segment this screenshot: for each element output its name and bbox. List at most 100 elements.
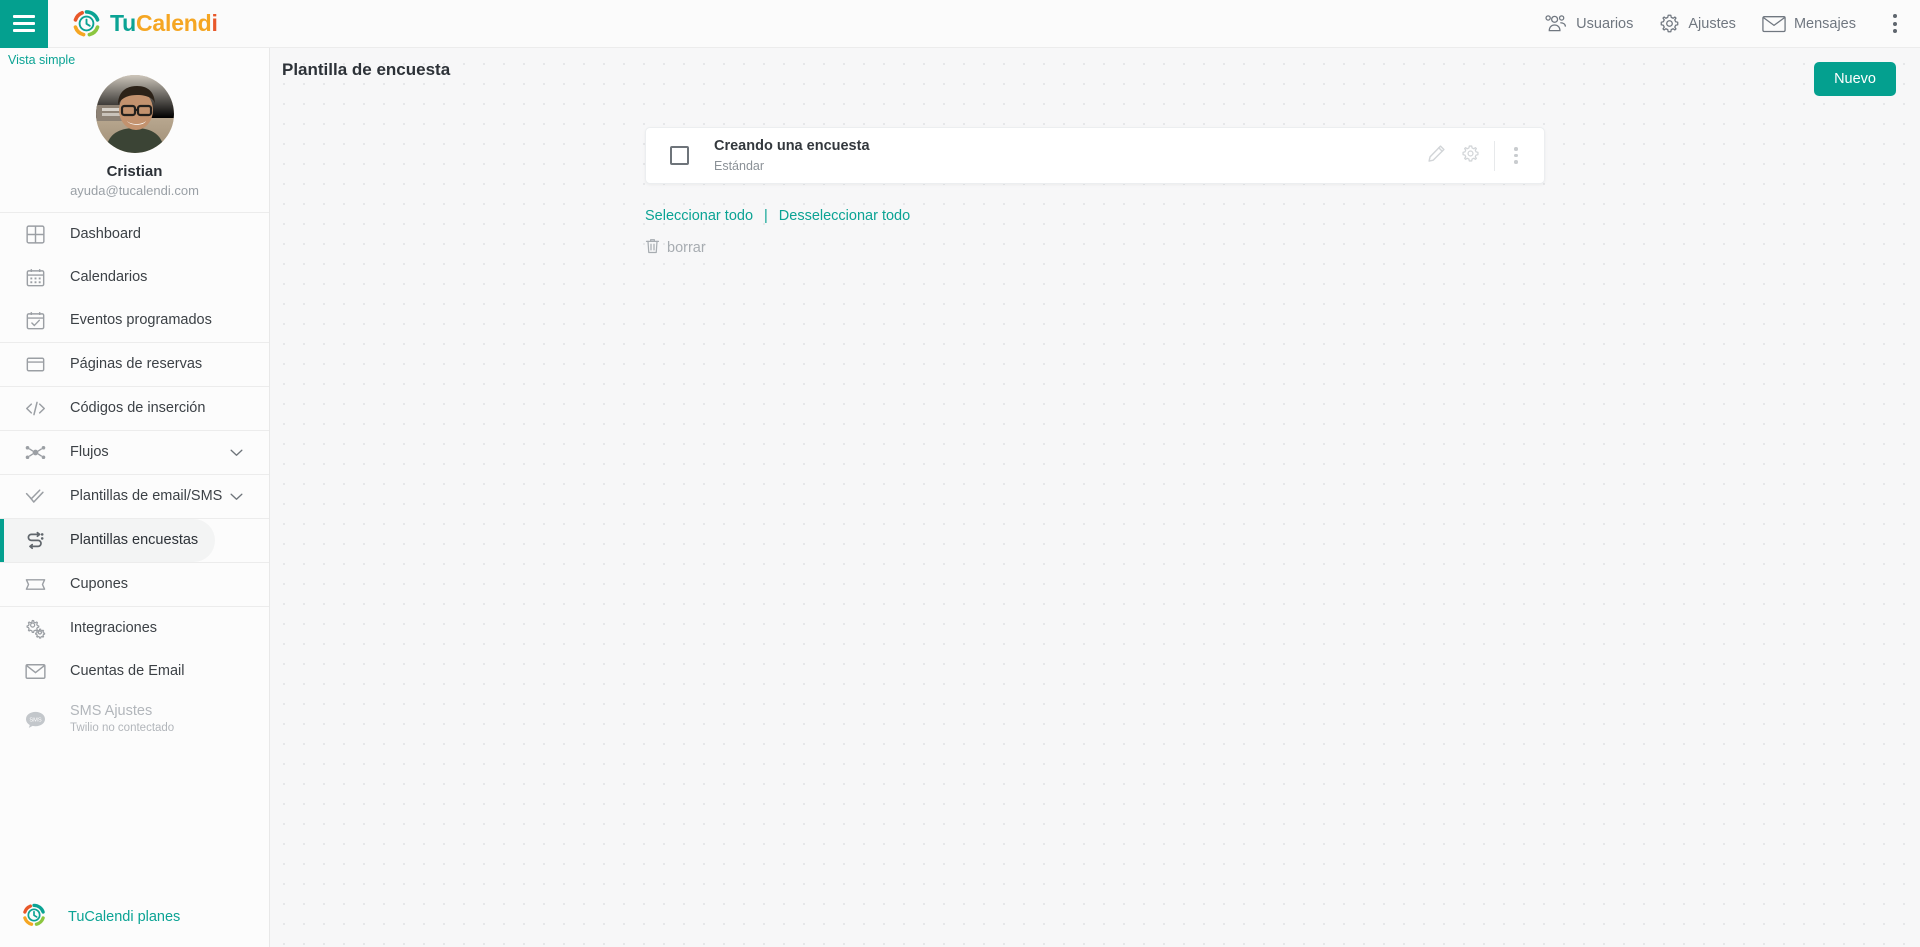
brand-text-part2: Calend: [136, 10, 212, 36]
hamburger-menu-button[interactable]: [0, 0, 48, 48]
gears-icon: [22, 618, 48, 639]
ticket-icon: [22, 576, 48, 593]
brand-text-part3: i: [211, 10, 218, 36]
new-survey-template-button[interactable]: Nuevo: [1814, 62, 1896, 96]
kebab-menu-icon-dot: [1514, 153, 1518, 158]
sidebar-nav-list: Dashboard Calendarios Eventos programado…: [0, 213, 269, 745]
sidebar-label-plantillas-encuestas: Plantillas encuestas: [70, 532, 199, 549]
sidebar-item-calendarios[interactable]: Calendarios: [0, 256, 269, 299]
kebab-menu-icon-dot: [1514, 160, 1518, 164]
survey-template-actions: [1419, 139, 1544, 173]
survey-template-checkbox[interactable]: [670, 146, 689, 165]
flows-nodes-icon: [22, 443, 48, 462]
sidebar-item-codigos-de-insercion[interactable]: Códigos de inserción: [0, 387, 269, 430]
survey-template-title: Creando una encuesta: [714, 138, 870, 155]
sidebar-sublabel-sms-ajustes: Twilio no contectado: [70, 721, 175, 734]
topbar-item-usuarios[interactable]: Usuarios: [1545, 14, 1633, 33]
edit-survey-template-button[interactable]: [1419, 139, 1453, 173]
sidebar-footer-label: TuCalendi planes: [68, 909, 181, 925]
topbar-overflow-menu-button[interactable]: [1884, 8, 1906, 39]
chevron-down-icon[interactable]: [230, 489, 243, 505]
sidebar-item-integraciones[interactable]: Integraciones: [0, 607, 269, 650]
tucalendi-logo-icon: [72, 9, 101, 38]
topbar-actions: Usuarios Ajustes Mensajes: [1545, 8, 1920, 39]
hamburger-icon-line: [13, 15, 35, 18]
sidebar-item-cuentas-de-email[interactable]: Cuentas de Email: [0, 650, 269, 693]
survey-arrows-icon: [22, 531, 48, 551]
select-all-link[interactable]: Seleccionar todo: [645, 208, 753, 224]
calendar-icon: [22, 268, 48, 287]
topbar-label-mensajes: Mensajes: [1793, 15, 1856, 32]
vista-simple-link[interactable]: Vista simple: [0, 48, 269, 67]
sidebar-label-calendarios: Calendarios: [70, 269, 148, 286]
selection-links: Seleccionar todo | Desseleccionar todo: [645, 208, 1920, 224]
sidebar-label-cuentas-de-email: Cuentas de Email: [70, 663, 185, 680]
deselect-all-link[interactable]: Desseleccionar todo: [779, 208, 910, 224]
sidebar-label-dashboard: Dashboard: [70, 226, 141, 243]
sidebar-label-integraciones: Integraciones: [70, 620, 158, 637]
topbar-label-ajustes: Ajustes: [1688, 15, 1736, 32]
chevron-down-icon[interactable]: [230, 445, 243, 461]
sidebar-label-sms-ajustes-text: SMS Ajustes: [70, 703, 153, 720]
sidebar-label-eventos-programados: Eventos programados: [70, 312, 212, 329]
gear-icon: [1461, 144, 1480, 168]
svg-text:SMS: SMS: [29, 717, 42, 723]
sidebar-item-dashboard[interactable]: Dashboard: [0, 213, 269, 256]
selection-links-separator: |: [764, 208, 768, 224]
sidebar-item-plantillas-encuestas[interactable]: Plantillas encuestas: [0, 519, 215, 562]
avatar[interactable]: [95, 75, 174, 153]
survey-template-card[interactable]: Creando una encuesta Estándar: [645, 127, 1545, 184]
kebab-menu-icon-dot: [1893, 21, 1897, 26]
sidebar-item-eventos-programados[interactable]: Eventos programados: [0, 299, 269, 342]
sidebar-label-paginas-de-reservas: Páginas de reservas: [70, 356, 203, 373]
double-check-icon: [22, 487, 48, 506]
envelope-icon: [22, 663, 48, 680]
top-navigation-bar: TuCalendi Usuarios Ajustes Mensajes: [0, 0, 1920, 48]
tucalendi-logo-icon: [22, 903, 46, 932]
sidebar-item-flujos[interactable]: Flujos: [0, 431, 269, 474]
sidebar-item-paginas-de-reservas[interactable]: Páginas de reservas: [0, 343, 269, 386]
sidebar-item-sms-ajustes[interactable]: SMS SMS Ajustes Twilio no contectado: [0, 693, 269, 745]
page-title: Plantilla de encuesta: [282, 59, 451, 79]
survey-template-texts: Creando una encuesta Estándar: [714, 138, 870, 172]
brand-text-part1: Tu: [110, 10, 136, 36]
trash-icon: [645, 238, 660, 258]
envelope-icon: [1762, 15, 1786, 33]
sidebar-profile: Cristian ayuda@tucalendi.com: [0, 67, 269, 212]
content-area: Creando una encuesta Estándar Selecciona…: [270, 91, 1920, 258]
sidebar-item-cupones[interactable]: Cupones: [0, 563, 269, 606]
delete-selected-button[interactable]: borrar: [645, 238, 1920, 258]
profile-name: Cristian: [106, 163, 163, 180]
kebab-menu-icon-dot: [1893, 14, 1897, 18]
survey-template-subtitle: Estándar: [714, 158, 765, 173]
gear-icon: [1659, 13, 1680, 34]
topbar-item-mensajes[interactable]: Mensajes: [1762, 15, 1856, 33]
sidebar-footer-tucalendi-planes[interactable]: TuCalendi planes: [0, 887, 269, 947]
kebab-menu-icon-dot: [1514, 147, 1518, 151]
pencil-icon: [1427, 144, 1446, 168]
sms-bubble-icon: SMS: [22, 710, 48, 729]
brand-logo-link[interactable]: TuCalendi: [72, 9, 218, 38]
calendar-check-icon: [22, 311, 48, 330]
sidebar-label-cupones: Cupones: [70, 576, 129, 593]
user-avatar-photo: [95, 75, 174, 153]
hamburger-icon-line: [13, 22, 35, 25]
browser-window-icon: [22, 355, 48, 374]
main-content: Plantilla de encuesta Nuevo Creando una …: [270, 48, 1920, 947]
sidebar-label-plantillas-de-email-sms: Plantillas de email/SMS: [70, 488, 223, 505]
profile-email: ayuda@tucalendi.com: [70, 183, 199, 198]
dashboard-grid-icon: [22, 225, 48, 244]
hamburger-icon-line: [13, 29, 35, 32]
topbar-item-ajustes[interactable]: Ajustes: [1659, 13, 1736, 34]
delete-selected-label: borrar: [667, 240, 706, 256]
survey-template-more-menu-button[interactable]: [1502, 139, 1530, 172]
survey-template-settings-button[interactable]: [1453, 139, 1487, 173]
users-icon: [1545, 14, 1568, 33]
sidebar-label-flujos: Flujos: [70, 444, 109, 461]
code-brackets-icon: [22, 399, 48, 418]
brand-wordmark: TuCalendi: [110, 10, 218, 37]
topbar-label-usuarios: Usuarios: [1576, 15, 1634, 32]
sidebar-item-plantillas-de-email-sms[interactable]: Plantillas de email/SMS: [0, 475, 269, 518]
sidebar-label-codigos-de-insercion: Códigos de inserción: [70, 400, 206, 417]
sidebar-label-sms-ajustes: SMS Ajustes Twilio no contectado: [70, 703, 174, 735]
